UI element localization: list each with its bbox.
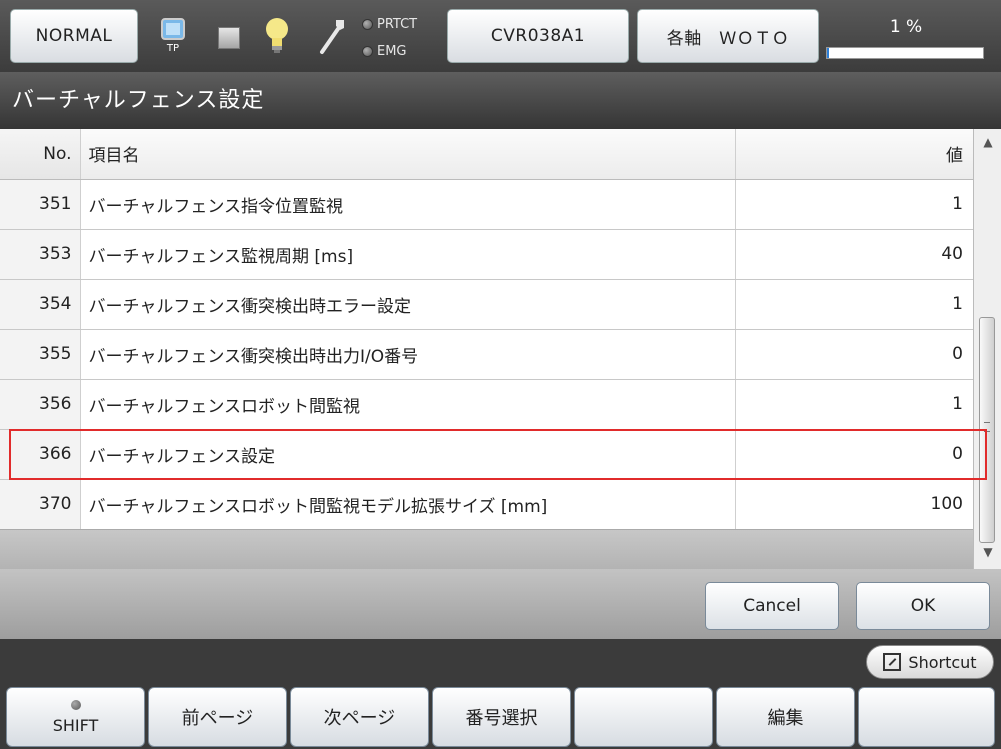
row-name: バーチャルフェンスロボット間監視: [80, 379, 736, 430]
row-no: 370: [0, 479, 81, 530]
table-header: No. 項目名 値: [0, 129, 973, 180]
shortcut-bar: Shortcut: [0, 639, 1001, 685]
table-row[interactable]: 354 バーチャルフェンス衝突検出時エラー設定 1: [0, 279, 973, 330]
table-row-selected[interactable]: 366 バーチャルフェンス設定 0: [0, 429, 973, 480]
axis-mode-button[interactable]: 各軸 ＷＯＴＯ: [637, 9, 819, 63]
teach-pendant-icon: TP: [160, 16, 186, 56]
table-row[interactable]: 356 バーチャルフェンスロボット間監視 1: [0, 379, 973, 430]
table-row[interactable]: 370 バーチャルフェンスロボット間監視モデル拡張サイズ [mm] 100: [0, 479, 973, 530]
table-row[interactable]: 351 バーチャルフェンス指令位置監視 1: [0, 179, 973, 230]
shortcut-arrow-icon: [883, 653, 902, 671]
shift-lamp-icon: [70, 699, 81, 710]
row-value[interactable]: 1: [735, 279, 973, 330]
row-value[interactable]: 40: [735, 229, 973, 280]
row-name: バーチャルフェンス指令位置監視: [80, 179, 736, 230]
progress-bar: [826, 47, 984, 59]
row-value[interactable]: 0: [735, 429, 973, 480]
tp-label: TP: [166, 43, 179, 54]
header-value: 値: [735, 129, 973, 180]
number-select-button[interactable]: 番号選択: [432, 687, 571, 747]
row-value[interactable]: 100: [735, 479, 973, 530]
row-name: バーチャルフェンス監視周期 [ms]: [80, 229, 736, 280]
scroll-up-icon[interactable]: ▲: [974, 131, 1001, 153]
prev-page-button[interactable]: 前ページ: [148, 687, 287, 747]
action-bar: Cancel OK: [0, 569, 1001, 639]
shortcut-label: Shortcut: [908, 652, 977, 672]
emg-label: EMG: [377, 43, 407, 59]
prtct-indicator: PRTCT: [362, 16, 442, 32]
progress-fill: [827, 48, 829, 58]
progress-text: 1 %: [889, 17, 923, 37]
function-key-7[interactable]: [858, 687, 995, 747]
page-title: バーチャルフェンス設定: [0, 72, 1001, 129]
next-page-button[interactable]: 次ページ: [290, 687, 429, 747]
shortcut-button[interactable]: Shortcut: [866, 645, 994, 679]
stop-square-icon: [218, 27, 240, 49]
mode-button[interactable]: NORMAL: [10, 9, 138, 63]
shift-label: SHIFT: [52, 715, 99, 735]
vertical-scrollbar[interactable]: ▲ ▼: [973, 129, 1001, 569]
row-value[interactable]: 1: [735, 379, 973, 430]
prtct-label: PRTCT: [377, 16, 418, 32]
speed-progress[interactable]: 1 %: [826, 14, 986, 62]
scroll-thumb[interactable]: [979, 317, 995, 543]
row-no: 356: [0, 379, 81, 430]
function-key-bar: SHIFT 前ページ 次ページ 番号選択 編集: [0, 685, 1001, 749]
table-empty-area: [0, 529, 973, 569]
row-name: バーチャルフェンス設定: [80, 429, 736, 480]
table-row[interactable]: 355 バーチャルフェンス衝突検出時出力I/O番号 0: [0, 329, 973, 380]
robot-select-button[interactable]: CVR038A1: [447, 9, 629, 63]
edit-button[interactable]: 編集: [716, 687, 855, 747]
cancel-button[interactable]: Cancel: [705, 582, 839, 630]
scroll-down-icon[interactable]: ▼: [974, 541, 1001, 563]
row-name: バーチャルフェンス衝突検出時エラー設定: [80, 279, 736, 330]
header-no: No.: [0, 129, 81, 180]
table-row[interactable]: 353 バーチャルフェンス監視周期 [ms] 40: [0, 229, 973, 280]
row-value[interactable]: 1: [735, 179, 973, 230]
row-name: バーチャルフェンス衝突検出時出力I/O番号: [80, 329, 736, 380]
shift-button[interactable]: SHIFT: [6, 687, 145, 747]
row-no: 355: [0, 329, 81, 380]
status-bar: NORMAL TP PRTCT EMG CVR038A1 各軸 ＷＯＴＯ 1 %: [0, 0, 1001, 72]
row-no: 366: [0, 429, 81, 480]
emg-indicator: EMG: [362, 43, 442, 59]
row-no: 353: [0, 229, 81, 280]
emg-lamp-icon: [362, 45, 373, 57]
row-no: 354: [0, 279, 81, 330]
parameter-table: No. 項目名 値 351 バーチャルフェンス指令位置監視 1 353 バーチャ…: [0, 129, 1001, 569]
row-no: 351: [0, 179, 81, 230]
grip-icon: [984, 422, 990, 432]
prtct-lamp-icon: [362, 18, 373, 30]
function-key-5[interactable]: [574, 687, 713, 747]
wrench-icon: [314, 16, 348, 56]
lightbulb-icon: [264, 16, 290, 56]
ok-button[interactable]: OK: [856, 582, 990, 630]
row-name: バーチャルフェンスロボット間監視モデル拡張サイズ [mm]: [80, 479, 736, 530]
row-value[interactable]: 0: [735, 329, 973, 380]
header-name: 項目名: [80, 129, 736, 180]
